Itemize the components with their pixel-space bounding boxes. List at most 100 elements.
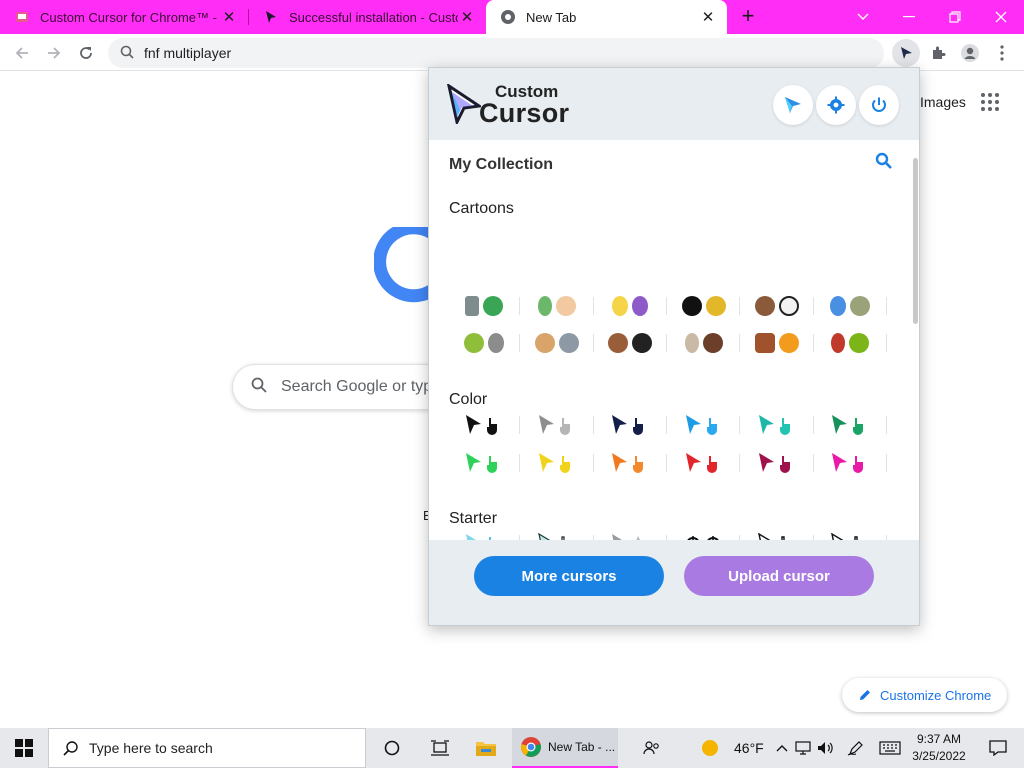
cursor-item-popeye[interactable] — [520, 291, 594, 321]
cursor-item-felix[interactable] — [667, 291, 741, 321]
chevron-up-icon[interactable] — [772, 728, 792, 768]
restore-button[interactable] — [932, 0, 978, 34]
cursor-item-teal[interactable] — [740, 410, 814, 440]
taskbar-chrome-window[interactable]: New Tab - ... — [512, 728, 618, 768]
cursor-item-starter-outline-teal[interactable] — [520, 529, 594, 540]
cursor-item-starter-white-outline[interactable] — [740, 529, 814, 540]
gear-icon — [827, 96, 845, 114]
arrow-hand-icon — [685, 415, 717, 435]
file-explorer-icon[interactable] — [464, 728, 508, 768]
volume-icon[interactable] — [814, 728, 838, 768]
cursor-item-tom-jerry[interactable] — [520, 328, 594, 358]
tom-icon — [558, 333, 579, 353]
start-button[interactable] — [0, 728, 48, 768]
minion-yellow-icon — [612, 296, 629, 316]
address-bar[interactable] — [108, 38, 884, 68]
task-view-icon[interactable] — [418, 728, 462, 768]
custom-cursor-extension-icon[interactable] — [892, 39, 920, 67]
tab-search-icon[interactable] — [840, 0, 886, 34]
hiccup-icon — [608, 333, 629, 353]
close-tab-icon[interactable]: ✕ — [220, 8, 238, 26]
cursor-item-bears[interactable] — [740, 291, 814, 321]
taskbar-search-box[interactable]: Type here to search — [48, 728, 366, 768]
bird-icon — [830, 296, 847, 316]
cursor-row — [447, 448, 888, 478]
taskbar-search-placeholder: Type here to search — [89, 740, 213, 756]
network-icon[interactable] — [792, 728, 814, 768]
profile-avatar-icon[interactable] — [956, 39, 984, 67]
extensions-puzzle-icon[interactable] — [924, 39, 952, 67]
omnitrix-icon — [684, 333, 699, 353]
cursor-item-navy[interactable] — [594, 410, 668, 440]
reload-button[interactable] — [72, 39, 100, 67]
cursor-item-yellow[interactable] — [520, 448, 594, 478]
customize-chrome-button[interactable]: Customize Chrome — [842, 678, 1008, 712]
settings-button[interactable] — [816, 85, 856, 125]
pen-ink-icon[interactable] — [842, 728, 870, 768]
cursor-row — [447, 410, 888, 440]
keyboard-icon[interactable] — [874, 728, 906, 768]
panda-icon — [778, 296, 799, 316]
people-icon[interactable] — [630, 728, 674, 768]
wolf-icon — [850, 296, 871, 316]
chrome-menu-icon[interactable] — [988, 39, 1016, 67]
tab-label: New Tab — [526, 9, 577, 25]
popeye-icon — [555, 296, 576, 316]
cursor-item-red[interactable] — [667, 448, 741, 478]
cursor-item-shrek[interactable] — [447, 328, 521, 358]
back-button[interactable] — [8, 39, 36, 67]
cursor-item-green[interactable] — [814, 410, 888, 440]
popup-scrollbar[interactable] — [913, 158, 918, 324]
weather-widget[interactable]: 46°F — [700, 728, 764, 768]
cursor-item-magenta[interactable] — [814, 448, 888, 478]
cursor-item-gray[interactable] — [520, 410, 594, 440]
cursor-item-grinch[interactable] — [814, 328, 888, 358]
new-tab-button[interactable]: + — [736, 5, 760, 29]
power-icon — [872, 97, 886, 112]
more-cursors-button[interactable]: More cursors — [474, 556, 664, 596]
cursor-item-orange[interactable] — [594, 448, 668, 478]
cursor-item-starter-hand-outline[interactable] — [814, 529, 888, 540]
close-tab-icon[interactable]: ✕ — [699, 8, 717, 26]
arrow-hand-icon — [832, 453, 864, 473]
system-clock[interactable]: 9:37 AM 3/25/2022 — [908, 731, 970, 765]
cursor-item-minions[interactable] — [594, 291, 668, 321]
notifications-icon[interactable] — [976, 728, 1020, 768]
cursor-item-black[interactable] — [447, 410, 521, 440]
cursor-item-ninja-turtle[interactable] — [447, 291, 521, 321]
cursor-item-httyd[interactable] — [594, 328, 668, 358]
cursor-item-starter-gray-triangles[interactable] — [594, 529, 668, 540]
cursor-item-blue[interactable] — [667, 410, 741, 440]
cursor-row — [447, 291, 888, 321]
minimize-button[interactable] — [886, 0, 932, 34]
forward-button[interactable] — [40, 39, 68, 67]
cursor-item-tom-jerry-wolf[interactable] — [814, 291, 888, 321]
tab-custom-cursor[interactable]: Custom Cursor for Chrome™ - C ✕ — [0, 0, 248, 34]
cursor-item-crimson[interactable] — [740, 448, 814, 478]
google-search-box[interactable]: Search Google or type a URL — [232, 364, 491, 410]
cursor-favicon-icon — [263, 9, 279, 25]
clock-time: 9:37 AM — [916, 732, 962, 746]
cortana-icon[interactable] — [370, 728, 414, 768]
clock-date: 3/25/2022 — [912, 749, 966, 763]
cursor-mode-button[interactable] — [773, 85, 813, 125]
close-tab-icon[interactable]: ✕ — [458, 8, 476, 26]
images-link[interactable]: Images — [920, 94, 966, 110]
boot-icon — [831, 333, 846, 353]
close-window-button[interactable] — [978, 0, 1024, 34]
custom-cursor-logo-mark-icon — [447, 84, 481, 124]
cursor-item-starter-aqua[interactable] — [447, 529, 521, 540]
cursor-item-ben10[interactable] — [667, 328, 741, 358]
tab-successful-installation[interactable]: Successful installation - Custom ✕ — [249, 0, 486, 34]
upload-cursor-button[interactable]: Upload cursor — [684, 556, 874, 596]
cursor-item-lime[interactable] — [447, 448, 521, 478]
power-button[interactable] — [859, 85, 899, 125]
donkey-icon — [487, 333, 504, 353]
cursor-item-starter-crosshair[interactable] — [667, 529, 741, 540]
cursor-item-garfield[interactable] — [740, 328, 814, 358]
popup-footer: More cursors Upload cursor — [429, 540, 919, 625]
tab-new-tab[interactable]: New Tab ✕ — [486, 0, 727, 34]
google-apps-icon[interactable] — [980, 92, 1002, 114]
collection-search-icon[interactable] — [875, 152, 895, 172]
address-input[interactable] — [144, 45, 844, 61]
